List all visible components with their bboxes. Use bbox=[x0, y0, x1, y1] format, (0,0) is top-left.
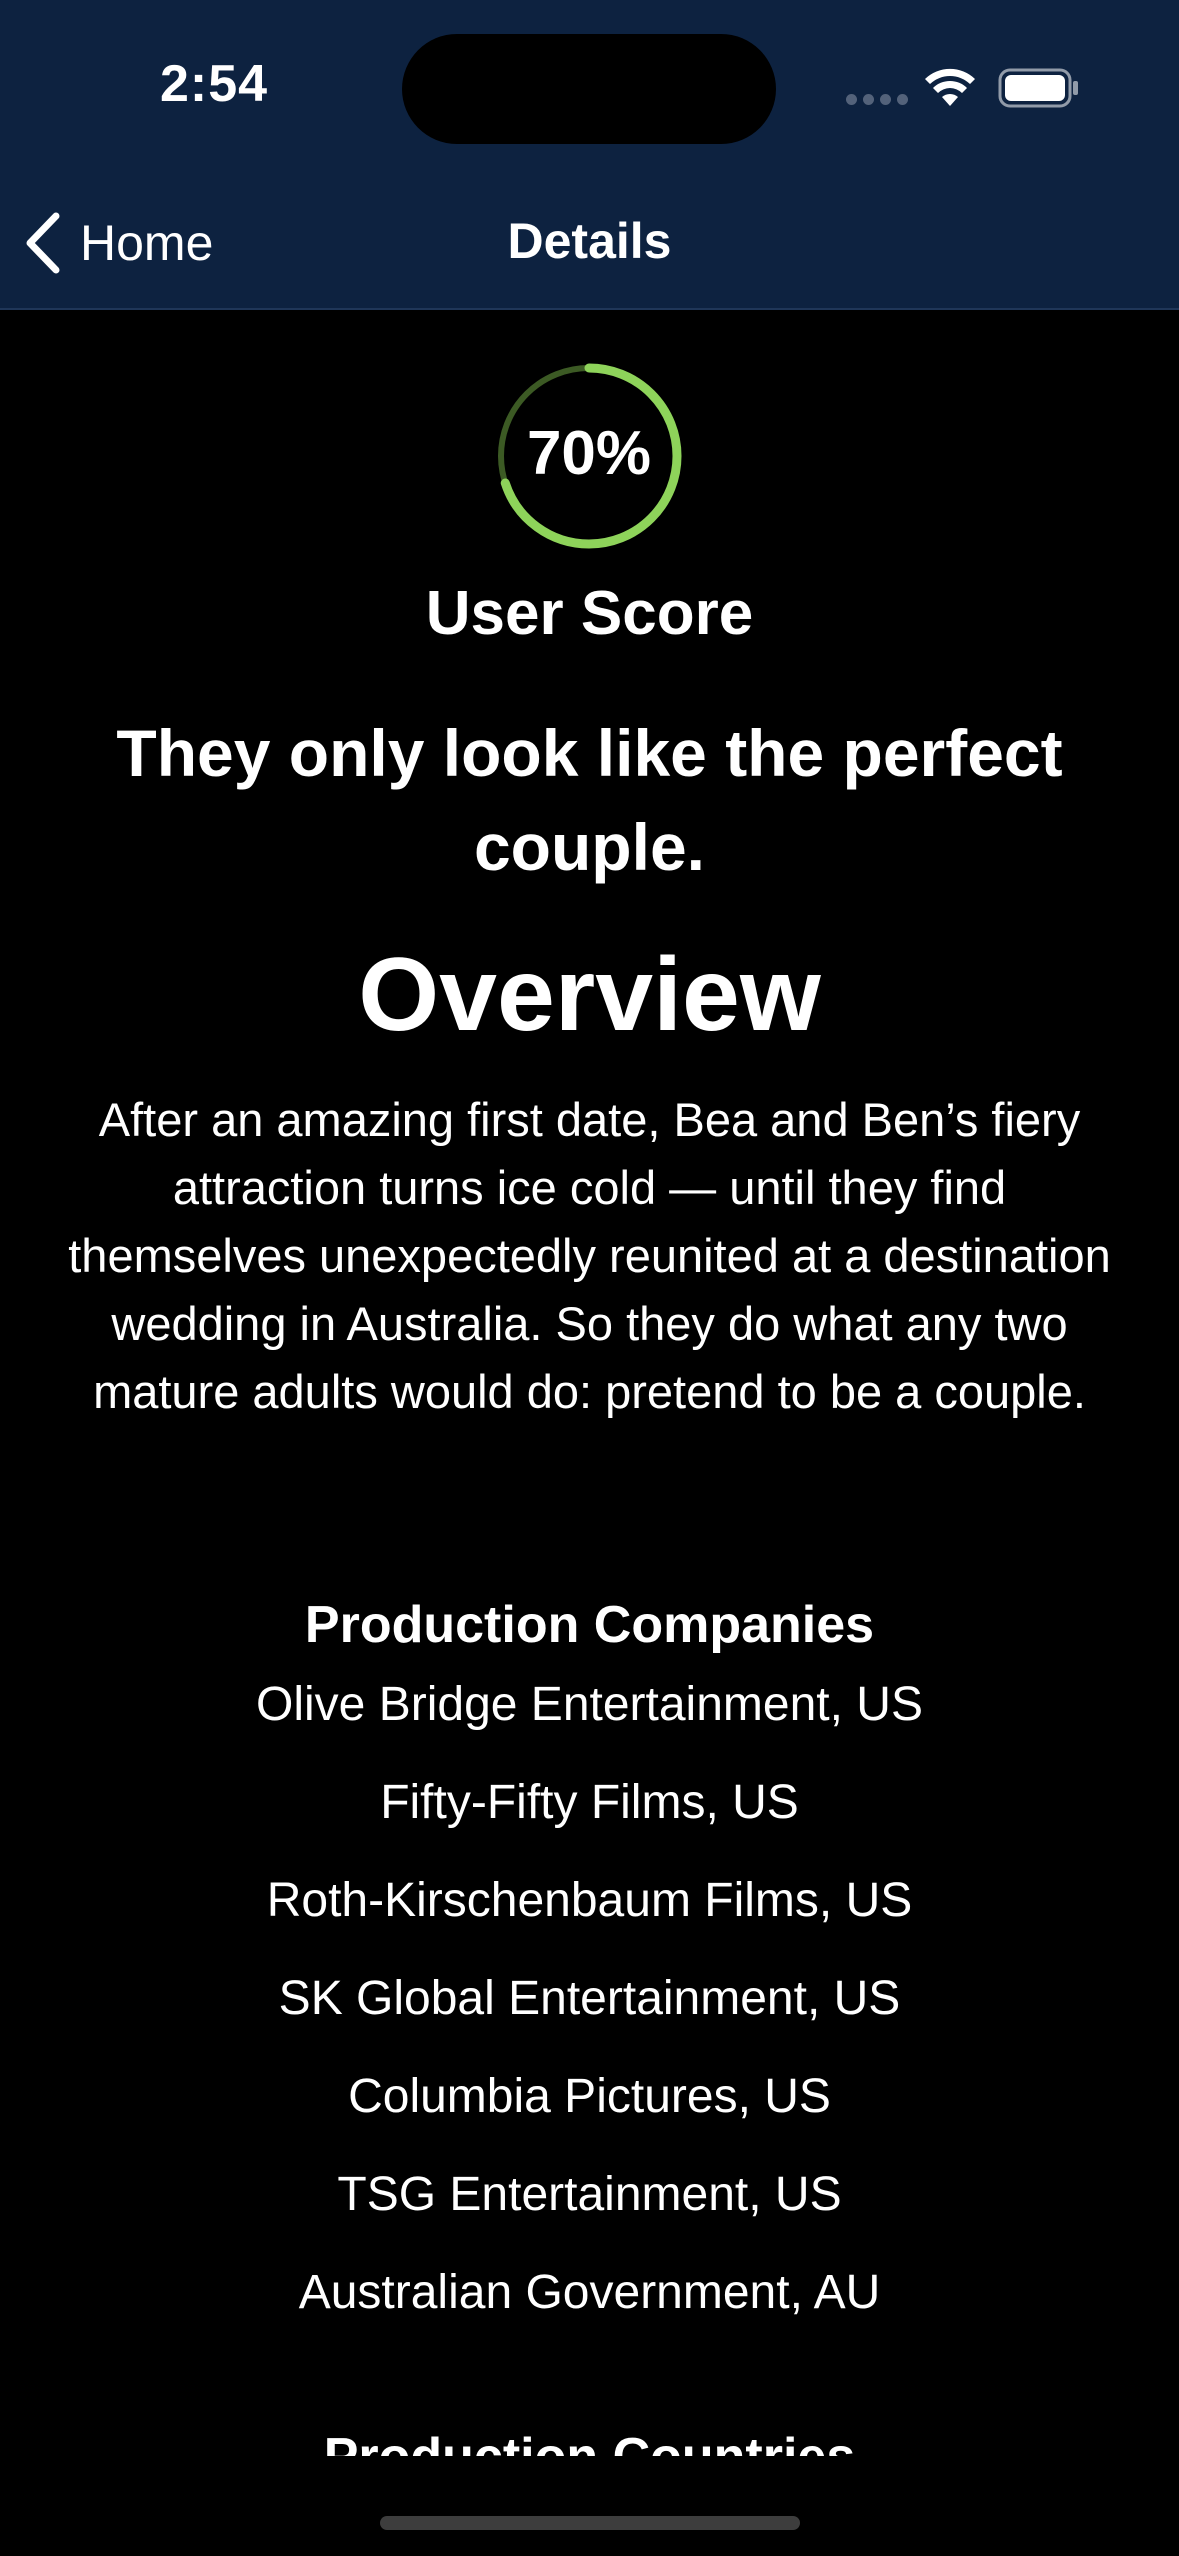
home-indicator[interactable] bbox=[380, 2516, 800, 2530]
wifi-icon bbox=[925, 68, 975, 106]
list-item: Australian Government, AU bbox=[298, 2266, 881, 2319]
list-item: TSG Entertainment, US bbox=[337, 2168, 842, 2221]
list-item: Roth-Kirschenbaum Films, US bbox=[266, 1874, 913, 1927]
page-title: Details bbox=[507, 213, 672, 269]
cellular-signal-icon bbox=[846, 94, 908, 105]
details-scroll-view[interactable]: 70% User Score They only look like the p… bbox=[0, 310, 1179, 2456]
production-countries-heading: Production Countries bbox=[0, 2422, 1179, 2456]
list-item: SK Global Entertainment, US bbox=[278, 1972, 901, 2025]
production-companies-list: Olive Bridge Entertainment, US Fifty-Fif… bbox=[0, 1670, 1179, 2356]
list-item: Olive Bridge Entertainment, US bbox=[256, 1678, 923, 1731]
overview-heading: Overview bbox=[358, 937, 821, 1053]
score-label: User Score bbox=[425, 579, 754, 648]
production-companies-heading: Production Companies bbox=[304, 1596, 875, 1654]
overview-text: After an amazing first date, Bea and Ben… bbox=[68, 1093, 1111, 1418]
dynamic-island bbox=[402, 34, 776, 144]
battery-icon bbox=[998, 68, 1078, 108]
list-item: Columbia Pictures, US bbox=[348, 2070, 831, 2123]
navigation-bar: 2:54 Home Details bbox=[0, 0, 1179, 310]
list-item: Fifty-Fifty Films, US bbox=[380, 1776, 799, 1829]
score-value: 70% bbox=[526, 419, 652, 488]
status-time: 2:54 bbox=[160, 55, 269, 113]
tagline: They only look like the perfect couple. bbox=[116, 716, 1063, 884]
